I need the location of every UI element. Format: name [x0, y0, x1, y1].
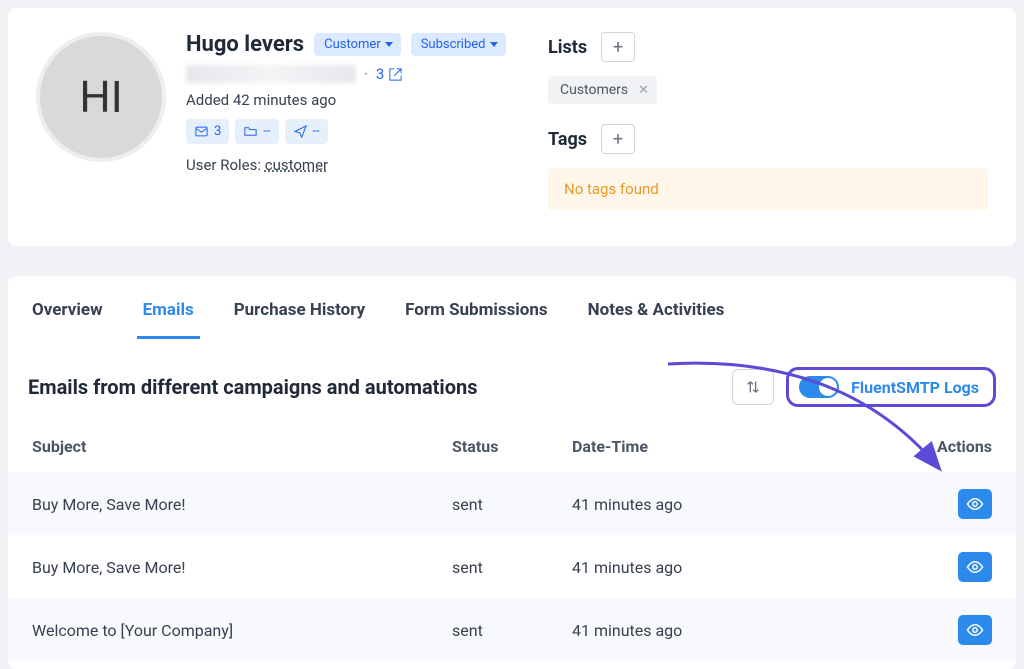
name-row: Hugo levers Customer Subscribed	[186, 32, 528, 57]
tab-purchase-history[interactable]: Purchase History	[228, 292, 371, 339]
no-tags-notice: No tags found	[548, 168, 988, 210]
fluentsmtp-toggle[interactable]: FluentSMTP Logs	[786, 367, 996, 407]
avatar-initials: HI	[79, 71, 122, 123]
external-link-icon	[388, 67, 403, 82]
meta-number: 3	[376, 65, 384, 83]
add-tag-button[interactable]: +	[601, 124, 635, 154]
cell-datetime: 41 minutes ago	[572, 495, 852, 514]
tab-form-submissions[interactable]: Form Submissions	[399, 292, 554, 339]
caret-down-icon	[490, 42, 498, 47]
tab-notes-activities[interactable]: Notes & Activities	[582, 292, 731, 339]
lists-header: Lists +	[548, 32, 988, 62]
meta-row: · 3	[186, 65, 528, 83]
cell-subject: Buy More, Save More!	[32, 558, 452, 577]
user-roles: User Roles: customer	[186, 156, 528, 174]
tab-overview[interactable]: Overview	[26, 292, 109, 339]
contact-name: Hugo levers	[186, 32, 304, 57]
avatar: HI	[36, 32, 166, 162]
mail-icon	[194, 124, 209, 139]
cell-datetime: 41 minutes ago	[572, 558, 852, 577]
cell-datetime: 41 minutes ago	[572, 621, 852, 640]
toggle-switch-icon	[799, 376, 839, 398]
eye-icon	[966, 495, 984, 513]
user-roles-label: User Roles:	[186, 156, 261, 174]
tags-label: Tags	[548, 129, 587, 150]
add-list-button[interactable]: +	[601, 32, 635, 62]
stat-folder-count: --	[263, 124, 270, 139]
emails-controls: FluentSMTP Logs	[732, 367, 996, 407]
caret-down-icon	[385, 42, 393, 47]
view-button[interactable]	[958, 552, 992, 582]
contact-type-label: Customer	[324, 37, 381, 52]
cell-subject: Welcome to [Your Company]	[32, 621, 452, 640]
stat-mail-count: 3	[214, 124, 221, 139]
stat-pills: 3 -- --	[186, 119, 528, 144]
contact-status-label: Subscribed	[421, 37, 486, 52]
view-button[interactable]	[958, 489, 992, 519]
sort-button[interactable]	[732, 369, 774, 405]
th-actions: Actions	[852, 437, 992, 456]
lists-items: Customers ✕	[548, 76, 988, 104]
stat-folder[interactable]: --	[235, 119, 278, 144]
list-chip-label: Customers	[560, 82, 628, 98]
emails-header: Emails from different campaigns and auto…	[8, 339, 1016, 421]
th-status: Status	[452, 437, 572, 456]
lists-label: Lists	[548, 37, 587, 58]
user-role[interactable]: customer	[265, 156, 328, 174]
folder-icon	[243, 124, 258, 139]
eye-icon	[966, 558, 984, 576]
blurred-email	[186, 65, 356, 83]
cell-status: sent	[452, 621, 572, 640]
close-icon[interactable]: ✕	[638, 83, 649, 98]
list-chip[interactable]: Customers ✕	[548, 76, 657, 104]
contact-status-badge[interactable]: Subscribed	[411, 33, 506, 56]
table-row: Buy More, Save More! sent 41 minutes ago	[8, 472, 1016, 535]
tabs: Overview Emails Purchase History Form Su…	[8, 276, 1016, 339]
table-header: Subject Status Date-Time Actions	[8, 421, 1016, 472]
th-subject: Subject	[32, 437, 452, 456]
cell-status: sent	[452, 495, 572, 514]
table-row: Buy More, Save More! sent 41 minutes ago	[8, 535, 1016, 598]
tags-header: Tags +	[548, 124, 988, 154]
stat-mail[interactable]: 3	[186, 119, 229, 144]
eye-icon	[966, 621, 984, 639]
fluentsmtp-label: FluentSMTP Logs	[851, 378, 979, 397]
th-datetime: Date-Time	[572, 437, 852, 456]
added-text: Added 42 minutes ago	[186, 91, 528, 109]
sort-icon	[745, 379, 761, 395]
profile-main: Hugo levers Customer Subscribed · 3 Adde…	[186, 32, 528, 210]
tab-emails[interactable]: Emails	[137, 292, 200, 339]
tabs-card: Overview Emails Purchase History Form Su…	[8, 276, 1016, 669]
side-column: Lists + Customers ✕ Tags + No tags found	[548, 32, 988, 210]
external-link[interactable]: 3	[376, 65, 403, 83]
cell-status: sent	[452, 558, 572, 577]
emails-table: Subject Status Date-Time Actions Buy Mor…	[8, 421, 1016, 661]
contact-type-badge[interactable]: Customer	[314, 33, 401, 56]
dot-separator: ·	[364, 65, 368, 83]
table-row: Welcome to [Your Company] sent 41 minute…	[8, 598, 1016, 661]
cell-subject: Buy More, Save More!	[32, 495, 452, 514]
send-icon	[293, 124, 308, 139]
view-button[interactable]	[958, 615, 992, 645]
stat-send-count: --	[313, 124, 320, 139]
emails-title: Emails from different campaigns and auto…	[28, 375, 477, 399]
stat-send[interactable]: --	[285, 119, 328, 144]
profile-card: HI Hugo levers Customer Subscribed · 3 A…	[8, 8, 1016, 246]
